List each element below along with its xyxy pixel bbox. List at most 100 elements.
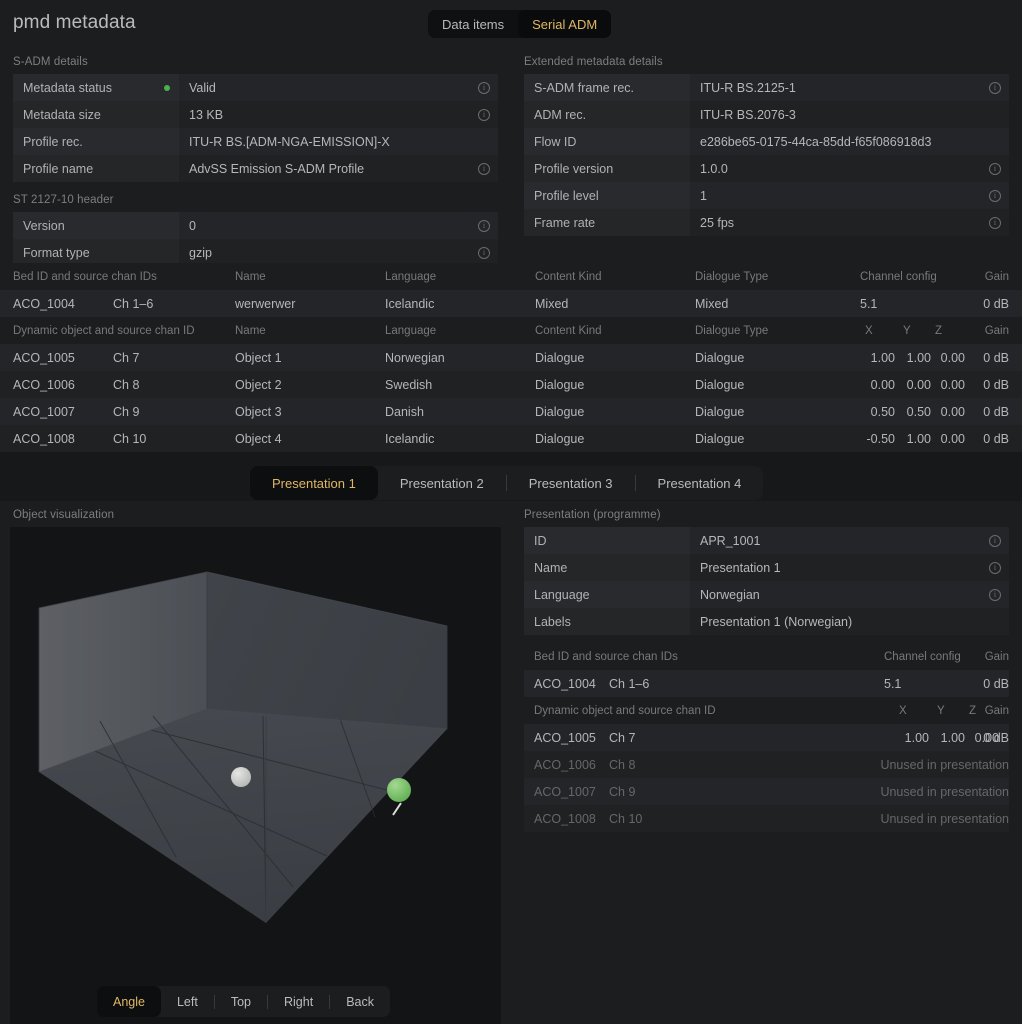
- presentation-tab-1[interactable]: Presentation 1: [250, 466, 378, 500]
- cell-gain: 0 dB: [983, 350, 1009, 365]
- st2127-header-table: Version 0 i Format type gzip i: [13, 212, 498, 266]
- status-dot: [164, 84, 170, 91]
- cell-unused-label: Unused in presentation: [880, 784, 1009, 799]
- view-button-top[interactable]: Top: [215, 986, 267, 1017]
- view-button-right[interactable]: Right: [268, 986, 329, 1017]
- cell-language: Norwegian: [385, 350, 445, 365]
- cell-dialogue-type: Dialogue: [695, 404, 745, 419]
- sadm-value: AdvSS Emission S-ADM Profile: [189, 161, 365, 176]
- ext-key: Frame rate: [524, 209, 690, 236]
- cell-object-chan: Ch 7: [609, 730, 636, 745]
- view-button-left[interactable]: Left: [161, 986, 214, 1017]
- col-header-y: Y: [903, 324, 911, 337]
- header-tab-2[interactable]: Serial ADM: [518, 10, 612, 38]
- presentation-object-table: Dynamic object and source chan ID X Y Z Gain…: [524, 697, 1009, 832]
- cell-content-kind: Dialogue: [535, 350, 585, 365]
- col-header-gain: Gain: [984, 704, 1009, 717]
- table-row: Profile rec. ITU-R BS.[ADM-NGA-EMISSION]-…: [13, 128, 498, 155]
- table-row: Language Norwegian i: [524, 581, 1009, 608]
- info-icon[interactable]: i: [989, 588, 1001, 601]
- presentation-tab-4[interactable]: Presentation 4: [636, 466, 764, 500]
- table-row: S-ADM frame rec. ITU-R BS.2125-1 i: [524, 74, 1009, 101]
- ext-value: 1.0.0: [700, 161, 728, 176]
- sadm-details-table: Metadata status Valid i Metadata size 13 KB i…: [13, 74, 498, 182]
- sadm-value: Valid: [189, 80, 216, 95]
- page-title: pmd metadata: [13, 12, 136, 33]
- cell-dialogue-type: Mixed: [695, 296, 729, 311]
- cell-bed-id: ACO_1004: [13, 296, 75, 311]
- col-header-gain: Gain: [984, 270, 1009, 283]
- cell-object-id: ACO_1007: [534, 784, 596, 799]
- table-row: Profile name AdvSS Emission S-ADM Profile…: [13, 155, 498, 182]
- ext-value: ITU-R BS.2076-3: [700, 107, 796, 122]
- col-header-content-kind: Content Kind: [535, 270, 602, 283]
- presentation-tab-2[interactable]: Presentation 2: [378, 466, 506, 500]
- lower-section: Object visualization Angle Left Top Righ…: [0, 501, 1022, 1024]
- cell-object-chan: Ch 9: [609, 784, 636, 799]
- cell-object-id: ACO_1007: [13, 404, 75, 419]
- st2127-value: gzip: [189, 245, 212, 260]
- presentation-tab-3[interactable]: Presentation 3: [507, 466, 635, 500]
- cell-object-chan: Ch 9: [113, 404, 140, 419]
- table-row: Format type gzip i: [13, 239, 498, 266]
- table-row: Profile version 1.0.0 i: [524, 155, 1009, 182]
- view-button-back[interactable]: Back: [330, 986, 390, 1017]
- header-tab-1[interactable]: Data items: [428, 10, 518, 38]
- cell-dialogue-type: Dialogue: [695, 431, 745, 446]
- cell-object-chan: Ch 10: [609, 811, 643, 826]
- cell-object-id: ACO_1008: [534, 811, 596, 826]
- cell-unused-label: Unused in presentation: [880, 811, 1009, 826]
- info-icon[interactable]: i: [989, 189, 1001, 202]
- cell-name: Object 4: [235, 431, 282, 446]
- info-icon[interactable]: i: [478, 219, 490, 232]
- ext-value: 1: [700, 188, 707, 203]
- cell-x: -0.50: [866, 431, 896, 446]
- sadm-details-title: S-ADM details: [13, 56, 88, 68]
- extended-metadata-table: S-ADM frame rec. ITU-R BS.2125-1 i ADM rec.…: [524, 74, 1009, 236]
- table-header-row: Dynamic object and source chan ID X Y Z Gain: [524, 697, 1009, 724]
- visualization-pane: Object visualization Angle Left Top Righ…: [0, 501, 511, 1024]
- info-icon[interactable]: i: [989, 81, 1001, 94]
- cell-language: Icelandic: [385, 296, 435, 311]
- table-row: ACO_1007 Ch 9 Unused in presentation: [524, 778, 1009, 805]
- cell-content-kind: Mixed: [535, 296, 569, 311]
- cell-z: 0.00: [940, 350, 965, 365]
- view-button-angle[interactable]: Angle: [97, 986, 161, 1017]
- info-icon[interactable]: i: [478, 246, 490, 259]
- presentation-value: Presentation 1 (Norwegian): [700, 614, 853, 629]
- cell-name: Object 1: [235, 350, 282, 365]
- info-icon[interactable]: i: [989, 561, 1001, 574]
- ext-value: e286be65-0175-44ca-85dd-f65f086918d3: [700, 134, 932, 149]
- table-row: ACO_1005 Ch 7 1.00 1.00 0.00 0 dB: [524, 724, 1009, 751]
- presentation-details-table: ID APR_1001 i Name Presentation 1 i Language No…: [524, 527, 1009, 635]
- info-icon[interactable]: i: [989, 216, 1001, 229]
- st2127-key: Format type: [13, 239, 179, 266]
- ext-key: S-ADM frame rec.: [524, 74, 690, 101]
- cell-object-id: ACO_1006: [13, 377, 75, 392]
- table-row: ACO_1004 Ch 1–6 5.1 0 dB: [524, 670, 1009, 697]
- presentation-key: Name: [524, 554, 690, 581]
- table-row: Flow ID e286be65-0175-44ca-85dd-f65f08691…: [524, 128, 1009, 155]
- table-row: ACO_1007 Ch 9 Object 3 Danish Dialogue Dialog…: [0, 398, 1022, 425]
- cell-bed-chan: Ch 1–6: [113, 296, 154, 311]
- cell-object-id: ACO_1005: [13, 350, 75, 365]
- cell-gain: 0 dB: [983, 730, 1009, 745]
- header-tab-group: Data items Serial ADM: [428, 10, 612, 38]
- table-row: ACO_1006 Ch 8 Object 2 Swedish Dialogue Dialo…: [0, 371, 1022, 398]
- info-icon[interactable]: i: [478, 108, 490, 121]
- info-icon[interactable]: i: [478, 81, 490, 94]
- info-icon[interactable]: i: [989, 162, 1001, 175]
- presentation-key: Language: [524, 581, 690, 608]
- table-header-row: Dynamic object and source chan ID Name Lan…: [0, 317, 1022, 344]
- cell-bed-chan: Ch 1–6: [609, 676, 650, 691]
- object-visualization-canvas[interactable]: [10, 527, 501, 1024]
- object-table: Dynamic object and source chan ID Name Lan…: [0, 317, 1022, 452]
- ext-value: ITU-R BS.2125-1: [700, 80, 796, 95]
- cell-z: 0.00: [940, 404, 965, 419]
- info-icon[interactable]: i: [478, 162, 490, 175]
- info-icon[interactable]: i: [989, 534, 1001, 547]
- cell-z: 0.00: [940, 431, 965, 446]
- sadm-key: Metadata size: [13, 101, 179, 128]
- cell-content-kind: Dialogue: [535, 404, 585, 419]
- presentation-pane: Presentation (programme) ID APR_1001 i Name…: [511, 501, 1022, 1024]
